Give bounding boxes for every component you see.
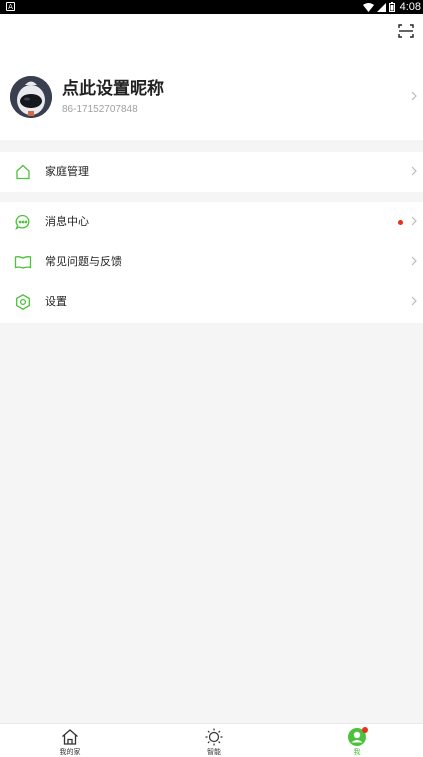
chevron-right-icon [411, 296, 417, 306]
chevron-right-icon [411, 216, 417, 226]
menu-item-label: 家庭管理 [45, 165, 89, 178]
notification-badge [362, 727, 368, 733]
chevron-right-icon[interactable] [411, 91, 417, 101]
status-bar: A 4:08 [0, 0, 423, 14]
menu-item-label: 常见问题与反馈 [45, 255, 122, 268]
tab-label: 我的家 [59, 748, 81, 756]
scan-button[interactable] [397, 22, 415, 40]
settings-hexagon-icon [16, 294, 30, 310]
tab-me[interactable]: 我 [327, 724, 387, 757]
sun-icon [205, 728, 223, 746]
unread-dot [398, 220, 403, 225]
tab-smart[interactable]: 智能 [184, 724, 244, 757]
chevron-right-icon [411, 256, 417, 266]
signal-icon [376, 2, 386, 12]
menu-item-faq-feedback[interactable]: 常见问题与反馈 [0, 242, 423, 282]
home-outline-icon [62, 729, 78, 745]
book-icon [14, 256, 32, 269]
notification-a-icon: A [6, 2, 15, 11]
phone-number: 86-17152707848 [62, 104, 138, 115]
chevron-right-icon [411, 166, 417, 176]
tab-my-home[interactable]: 我的家 [40, 724, 100, 757]
message-icon [15, 214, 30, 231]
menu-item-label: 设置 [45, 295, 67, 308]
wifi-icon [362, 2, 374, 12]
bottom-tab-bar: 我的家 智能 我 [0, 723, 423, 757]
astronaut-avatar-icon [10, 76, 52, 118]
clock: 4:08 [399, 1, 421, 13]
menu-item-family-management[interactable]: 家庭管理 [0, 152, 423, 192]
menu-item-message-center[interactable]: 消息中心 [0, 202, 423, 242]
battery-icon [388, 2, 395, 12]
tab-label: 我 [353, 748, 361, 756]
home-icon [16, 164, 30, 180]
status-icons: 4:08 [362, 0, 421, 14]
menu-item-settings[interactable]: 设置 [0, 282, 423, 322]
nickname[interactable]: 点此设置昵称 [62, 78, 164, 100]
tab-label: 智能 [207, 748, 221, 756]
menu-group-main: 消息中心 常见问题与反馈 设置 [0, 202, 423, 323]
scan-icon [398, 24, 414, 38]
menu-item-label: 消息中心 [45, 215, 89, 228]
avatar[interactable] [10, 76, 52, 118]
profile-header: 点此设置昵称 86-17152707848 [0, 14, 423, 140]
menu-group-family: 家庭管理 [0, 152, 423, 192]
